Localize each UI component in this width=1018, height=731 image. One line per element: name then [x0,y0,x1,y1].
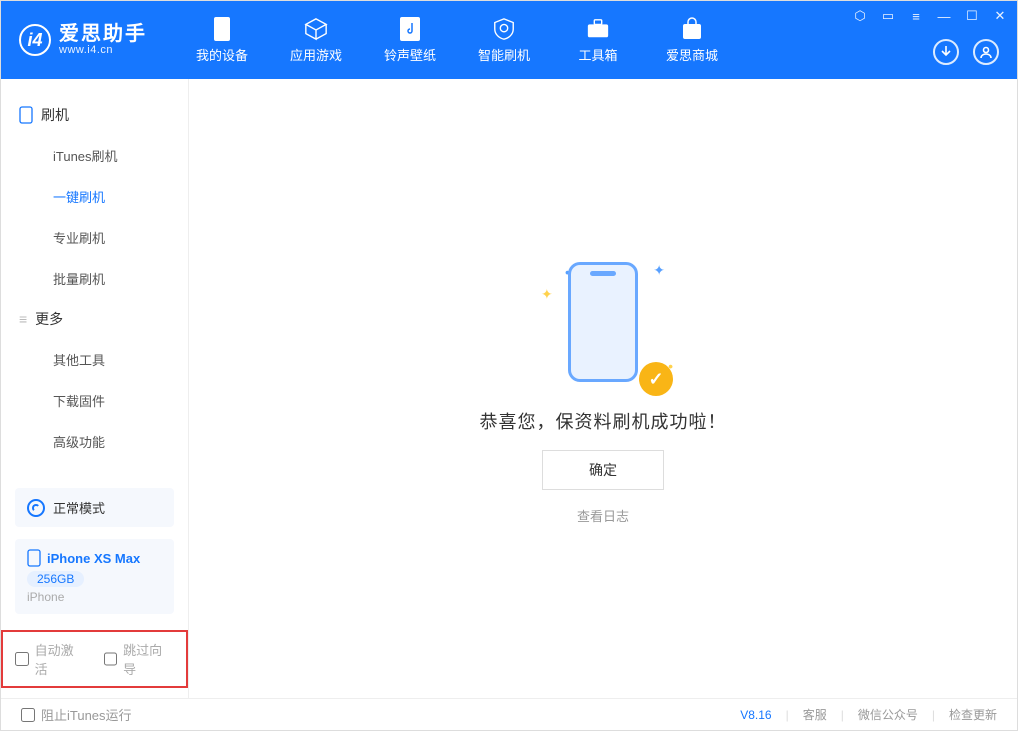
checkbox-skip-guide[interactable]: 跳过向导 [104,640,175,678]
header: i4 爱思助手 www.i4.cn 我的设备 应用游戏 铃声壁纸 智能刷机 工具… [1,1,1017,79]
shirt-icon[interactable]: ⬡ [851,7,869,25]
nav-my-device[interactable]: 我的设备 [175,1,269,79]
titlebar-controls: ⬡ ▭ ≡ — ☐ ✕ [851,7,1009,25]
sidebar-item-other[interactable]: 其他工具 [1,339,188,380]
device-icon [210,17,234,41]
device-type: iPhone [27,590,162,604]
music-file-icon [398,17,422,41]
nav-label: 爱思商城 [666,45,718,64]
nav-label: 铃声壁纸 [384,45,436,64]
sidebar-group-flash: 刷机 [1,95,188,135]
logo-icon: i4 [19,24,51,56]
device-storage: 256GB [27,571,84,587]
nav-bar: 我的设备 应用游戏 铃声壁纸 智能刷机 工具箱 爱思商城 [175,1,739,79]
device-icon [27,549,41,567]
ok-button[interactable]: 确定 [542,450,664,490]
checkbox-label: 自动激活 [35,640,86,678]
nav-label: 工具箱 [578,45,617,64]
bag-icon [680,17,704,41]
success-message: 恭喜您，保资料刷机成功啦！ [480,408,727,434]
mode-label: 正常模式 [53,498,105,517]
sparkle-icon: ✦ [541,286,553,303]
checkbox-label: 阻止iTunes运行 [41,705,132,724]
group-label: 更多 [35,309,63,329]
footer: 阻止iTunes运行 V8.16 | 客服 | 微信公众号 | 检查更新 [1,698,1017,730]
wechat-link[interactable]: 微信公众号 [858,706,918,723]
mode-icon [27,499,45,517]
sidebar-item-batch[interactable]: 批量刷机 [1,258,188,299]
success-illustration: ✦ • ✦ • ✓ [543,252,663,392]
checkbox-block-itunes[interactable]: 阻止iTunes运行 [21,705,132,724]
support-link[interactable]: 客服 [803,706,827,723]
nav-toolbox[interactable]: 工具箱 [551,1,645,79]
phone-icon [19,106,33,124]
shield-sync-icon [492,17,516,41]
sidebar-item-advanced[interactable]: 高级功能 [1,421,188,462]
group-label: 刷机 [41,105,69,125]
flash-options-highlighted: 自动激活 跳过向导 [1,630,188,688]
phone-icon [568,262,638,382]
download-button[interactable] [933,39,959,65]
nav-label: 应用游戏 [290,45,342,64]
sparkle-icon: ✦ [653,262,665,279]
main: 刷机 iTunes刷机 一键刷机 专业刷机 批量刷机 ≡ 更多 其他工具 下载固… [1,79,1017,698]
menu-icon[interactable]: ≡ [907,7,925,25]
minimize-button[interactable]: — [935,7,953,25]
cube-icon [304,17,328,41]
app-name: 爱思助手 [59,24,147,44]
app-url: www.i4.cn [59,44,147,56]
checkbox-label: 跳过向导 [123,640,174,678]
sidebar-item-oneclick[interactable]: 一键刷机 [1,176,188,217]
close-button[interactable]: ✕ [991,7,1009,25]
app-logo[interactable]: i4 爱思助手 www.i4.cn [1,24,165,56]
check-icon: ✓ [639,362,673,396]
device-name: iPhone XS Max [47,551,140,566]
check-update-link[interactable]: 检查更新 [949,706,997,723]
nav-ringtones[interactable]: 铃声壁纸 [363,1,457,79]
note-icon[interactable]: ▭ [879,7,897,25]
nav-flash[interactable]: 智能刷机 [457,1,551,79]
nav-label: 我的设备 [196,45,248,64]
checkbox-auto-activate[interactable]: 自动激活 [15,640,86,678]
maximize-button[interactable]: ☐ [963,7,981,25]
nav-apps[interactable]: 应用游戏 [269,1,363,79]
toolbox-icon [586,17,610,41]
sidebar: 刷机 iTunes刷机 一键刷机 专业刷机 批量刷机 ≡ 更多 其他工具 下载固… [1,79,189,698]
sidebar-group-more: ≡ 更多 [1,299,188,339]
device-info[interactable]: iPhone XS Max 256GB iPhone [15,539,174,614]
mode-indicator[interactable]: 正常模式 [15,488,174,527]
version-label[interactable]: V8.16 [740,708,771,722]
sidebar-item-pro[interactable]: 专业刷机 [1,217,188,258]
user-button[interactable] [973,39,999,65]
list-icon: ≡ [19,311,27,327]
nav-store[interactable]: 爱思商城 [645,1,739,79]
content-area: ✦ • ✦ • ✓ 恭喜您，保资料刷机成功啦！ 确定 查看日志 [189,79,1017,698]
header-actions [933,39,999,65]
view-log-link[interactable]: 查看日志 [577,506,629,525]
sidebar-item-firmware[interactable]: 下载固件 [1,380,188,421]
sidebar-item-itunes[interactable]: iTunes刷机 [1,135,188,176]
nav-label: 智能刷机 [478,45,530,64]
